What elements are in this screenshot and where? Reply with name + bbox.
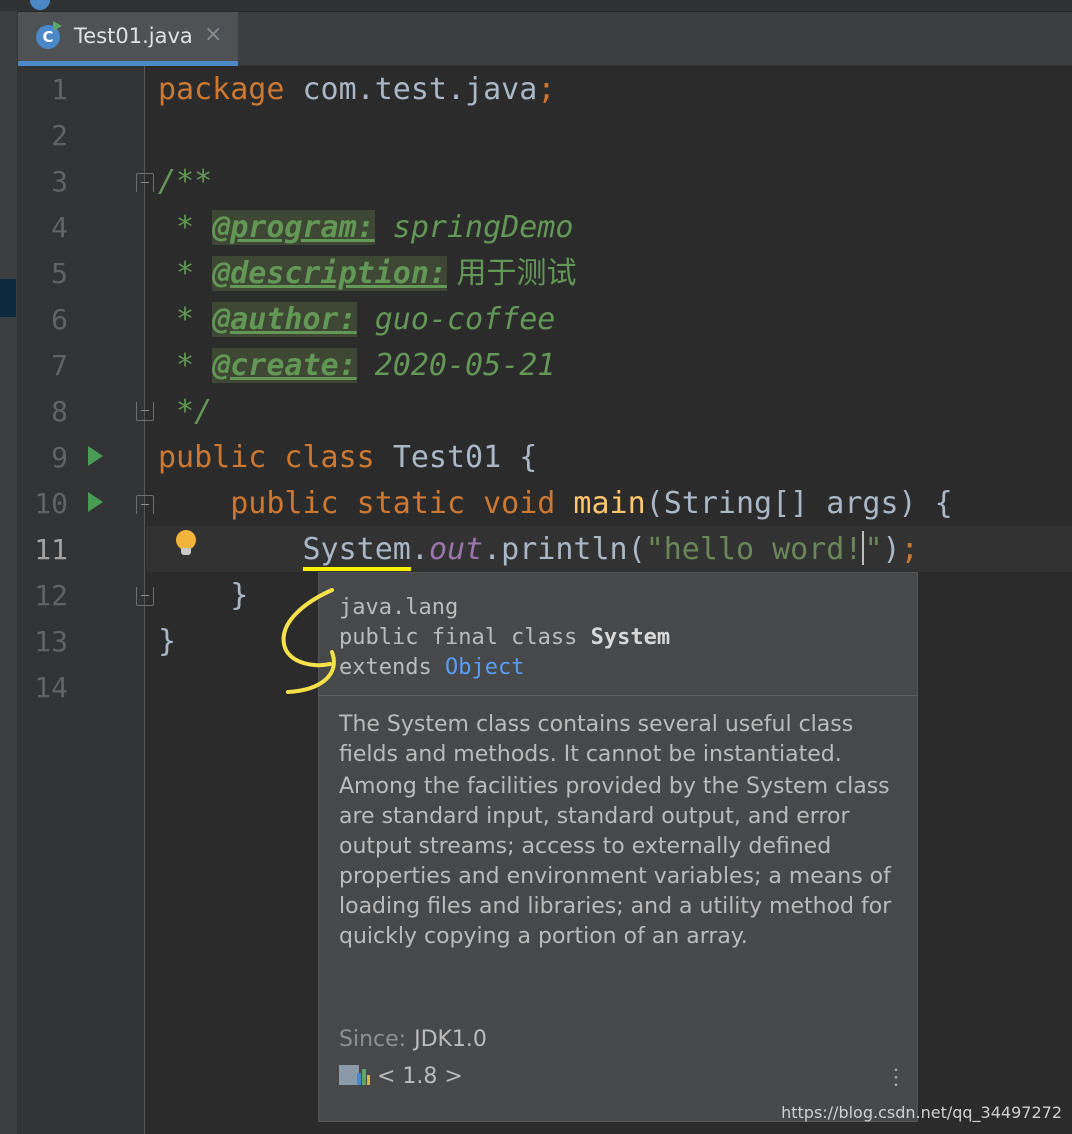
code-line-9[interactable]: public class Test01 { bbox=[158, 435, 537, 481]
fold-collapse-icon[interactable] bbox=[136, 173, 154, 192]
code-line-5[interactable]: * @description: 用于测试 bbox=[158, 251, 577, 297]
popup-class-name: System bbox=[590, 625, 671, 650]
semicolon: ; bbox=[900, 532, 919, 567]
fold-collapse-icon[interactable] bbox=[136, 587, 154, 606]
keyword: public class bbox=[158, 440, 393, 475]
method-call: .println( bbox=[483, 532, 646, 567]
line-number: 10 bbox=[34, 487, 68, 520]
watermark: https://blog.csdn.net/qq_34497272 bbox=[781, 1103, 1062, 1122]
line-number: 4 bbox=[51, 211, 68, 244]
popup-description: The System class contains several useful… bbox=[339, 710, 899, 952]
string-literal: "hello word! bbox=[645, 532, 863, 567]
static-field: out bbox=[428, 532, 484, 567]
fold-collapse-icon[interactable] bbox=[136, 402, 154, 421]
system-identifier[interactable]: System bbox=[302, 532, 411, 571]
class-name: Test01 { bbox=[392, 440, 538, 475]
method-name: main bbox=[573, 486, 646, 521]
quick-documentation-popup[interactable]: java.lang public final class System exte… bbox=[318, 572, 918, 1122]
library-icon bbox=[339, 1063, 371, 1087]
since-value: JDK1.0 bbox=[414, 1027, 487, 1052]
line-number: 1 bbox=[51, 73, 68, 106]
package-name: com.test.java bbox=[284, 72, 538, 107]
library-row[interactable]: < 1.8 > bbox=[339, 1063, 463, 1089]
doc-tag: @author: bbox=[212, 302, 357, 337]
popup-definition: java.lang public final class System exte… bbox=[339, 593, 670, 683]
library-label: < 1.8 > bbox=[377, 1064, 463, 1089]
semicolon: ; bbox=[537, 72, 556, 107]
code-line-3[interactable]: /** bbox=[158, 159, 212, 205]
run-class-icon[interactable] bbox=[88, 446, 103, 466]
code-line-6[interactable]: * @author: guo-coffee bbox=[158, 297, 555, 343]
string-literal-end: " bbox=[864, 532, 883, 567]
since-label: Since: bbox=[339, 1027, 407, 1052]
close-icon[interactable]: × bbox=[204, 22, 222, 47]
line-number-current: 11 bbox=[34, 533, 68, 566]
more-options-icon[interactable]: ⋮ bbox=[885, 1067, 907, 1089]
runnable-badge-icon bbox=[53, 21, 62, 31]
line-number: 9 bbox=[51, 441, 68, 474]
popup-extends-prefix: extends bbox=[339, 655, 445, 680]
doc-comment-end: */ bbox=[158, 394, 213, 429]
doc-star: * bbox=[158, 256, 213, 291]
tool-strip-marker[interactable] bbox=[0, 279, 16, 317]
object-link[interactable]: Object bbox=[445, 655, 524, 680]
tab-bar-top-strip bbox=[0, 0, 1072, 12]
code-line-4[interactable]: * @program: springDemo bbox=[158, 205, 573, 251]
popup-package: java.lang bbox=[339, 595, 459, 620]
doc-value: 用于测试 bbox=[447, 256, 577, 291]
code-line-7[interactable]: * @create: 2020-05-21 bbox=[158, 343, 555, 389]
code-line-11[interactable]: System.out.println("hello word!"); bbox=[158, 527, 919, 573]
line-number: 5 bbox=[51, 257, 68, 290]
doc-value: springDemo bbox=[374, 210, 574, 245]
description-paragraph: The System class contains several useful… bbox=[339, 712, 854, 767]
closing-brace: } bbox=[158, 624, 177, 659]
run-main-icon[interactable] bbox=[88, 492, 103, 512]
tab-label: Test01.java bbox=[74, 24, 193, 48]
line-number: 12 bbox=[34, 579, 68, 612]
intention-bulb-base bbox=[181, 548, 191, 555]
doc-tag: @description: bbox=[212, 256, 447, 291]
keyword: package bbox=[158, 72, 285, 107]
line-number: 8 bbox=[51, 395, 68, 428]
code-line-10[interactable]: public static void main(String[] args) { bbox=[158, 481, 953, 527]
tab-test01-java[interactable]: C Test01.java × bbox=[18, 12, 238, 66]
doc-tag: @create: bbox=[212, 348, 357, 383]
line-number: 3 bbox=[51, 165, 68, 198]
doc-comment-start: /** bbox=[158, 164, 213, 199]
top-circle-icon bbox=[30, 0, 50, 10]
line-number: 13 bbox=[34, 625, 68, 658]
popup-divider bbox=[319, 695, 917, 696]
method-params: (String[] args) { bbox=[645, 486, 953, 521]
closing-brace: } bbox=[158, 578, 249, 613]
doc-star: * bbox=[158, 210, 213, 245]
code-line-13[interactable]: } bbox=[158, 619, 176, 665]
doc-tag: @program: bbox=[212, 210, 375, 245]
intention-bulb-icon[interactable] bbox=[176, 530, 196, 550]
doc-value: 2020-05-21 bbox=[356, 348, 556, 383]
popup-decl-prefix: public final class bbox=[339, 625, 591, 650]
description-paragraph: Among the facilities provided by the Sys… bbox=[339, 774, 892, 949]
code-line-1[interactable]: package com.test.java; bbox=[158, 67, 555, 113]
line-number: 2 bbox=[51, 119, 68, 152]
doc-star: * bbox=[158, 302, 213, 337]
doc-star: * bbox=[158, 348, 213, 383]
line-number: 14 bbox=[34, 671, 68, 704]
line-number: 6 bbox=[51, 303, 68, 336]
left-tool-strip bbox=[0, 11, 18, 1134]
code-line-12[interactable]: } bbox=[158, 573, 248, 619]
line-number: 7 bbox=[51, 349, 68, 382]
fold-collapse-icon[interactable] bbox=[136, 495, 154, 514]
since-row: Since: JDK1.0 bbox=[339, 1027, 487, 1052]
close-paren: ) bbox=[882, 532, 901, 567]
keyword: public static void bbox=[158, 486, 574, 521]
doc-value: guo-coffee bbox=[356, 302, 556, 337]
annotation-scribble bbox=[281, 588, 336, 694]
code-line-8[interactable]: */ bbox=[158, 389, 212, 435]
dot: . bbox=[410, 532, 429, 567]
